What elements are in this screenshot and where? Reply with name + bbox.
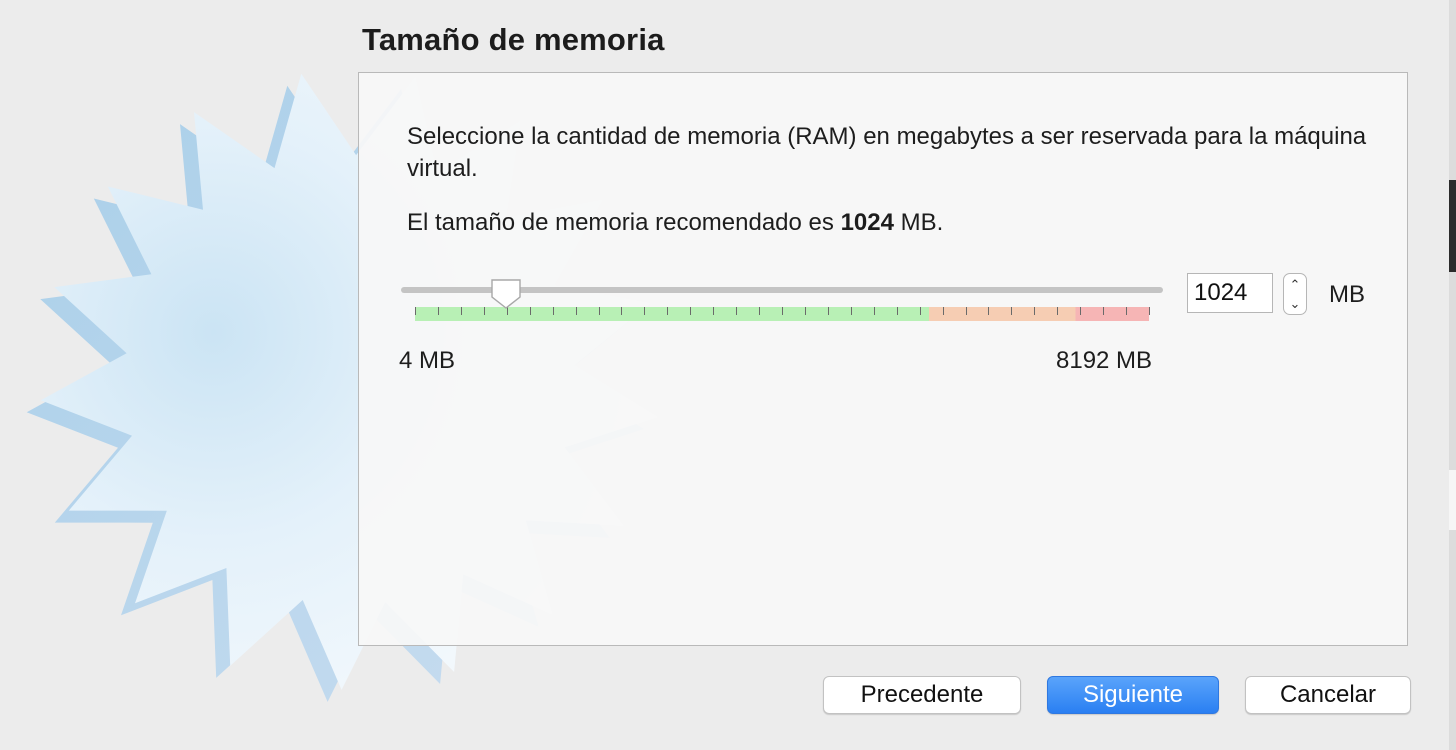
range-tick — [437, 307, 439, 315]
range-tick — [827, 307, 829, 315]
chevron-up-icon[interactable]: ⌃ — [1284, 275, 1306, 295]
range-tick — [782, 307, 783, 315]
range-tick — [919, 307, 921, 315]
range-tick — [644, 307, 646, 315]
recommended-text: El tamaño de memoria recomendado es 1024… — [407, 209, 943, 237]
range-tick — [736, 307, 738, 315]
chevron-down-icon[interactable]: ⌄ — [1284, 294, 1306, 314]
range-tick — [1126, 307, 1128, 315]
range-tick — [1057, 307, 1059, 315]
page-title: Tamaño de memoria — [362, 22, 665, 57]
range-tick — [1103, 307, 1105, 315]
range-tick — [759, 307, 761, 315]
range-tick — [1034, 307, 1036, 315]
range-tick — [415, 307, 416, 315]
range-tick — [552, 307, 554, 315]
range-tick — [896, 307, 898, 315]
range-tick — [965, 307, 967, 315]
recommended-prefix: El tamaño de memoria recomendado es — [407, 209, 841, 236]
range-tick — [1011, 307, 1013, 315]
recommended-value: 1024 — [840, 209, 894, 236]
memory-size-input[interactable] — [1187, 273, 1273, 313]
range-tick — [942, 307, 944, 315]
back-button[interactable]: Precedente — [823, 676, 1021, 714]
slider-max-label: 8192 MB — [1056, 347, 1153, 374]
memory-slider-thumb[interactable] — [489, 277, 523, 311]
range-tick — [621, 307, 623, 315]
memory-range-indicator — [415, 307, 1150, 321]
range-tick — [1080, 307, 1082, 315]
range-tick — [988, 307, 990, 315]
range-tick — [460, 307, 462, 315]
range-tick — [483, 307, 485, 315]
window-edge — [1449, 0, 1456, 750]
range-tick — [690, 307, 692, 315]
range-tick — [598, 307, 600, 315]
content-panel: Seleccione la cantidad de memoria (RAM) … — [358, 72, 1408, 646]
range-tick — [529, 307, 531, 315]
recommended-suffix: MB. — [893, 209, 944, 236]
range-tick — [873, 307, 875, 315]
range-tick — [804, 307, 806, 315]
description-text: Seleccione la cantidad de memoria (RAM) … — [407, 123, 1367, 182]
cancel-button[interactable]: Cancelar — [1245, 676, 1411, 714]
memory-unit-label: MB — [1329, 281, 1365, 308]
next-button[interactable]: Siguiente — [1047, 676, 1219, 714]
range-tick — [667, 307, 669, 315]
range-tick — [850, 307, 852, 315]
range-tick — [575, 307, 577, 315]
range-tick — [713, 307, 715, 315]
range-tick — [1149, 307, 1150, 315]
memory-stepper[interactable]: ⌃ ⌄ — [1283, 273, 1307, 315]
slider-min-label: 4 MB — [399, 347, 456, 374]
